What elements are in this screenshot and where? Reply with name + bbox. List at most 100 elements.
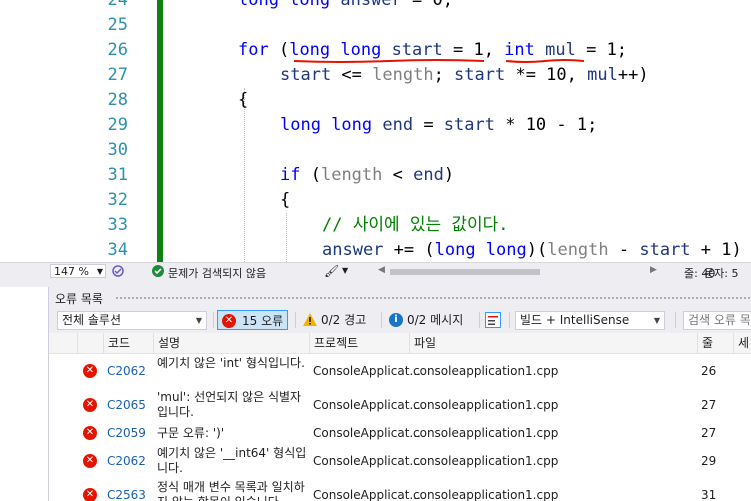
warning-icon — [303, 313, 317, 326]
error-list-toolbar: 전체 솔루션 ▼ ✕ 15 오류 0/2 경고 i 0/2 메시지 빌드 + I… — [49, 307, 751, 333]
editor-margin — [0, 0, 52, 262]
table-row[interactable]: ✕ C2062 예기치 않은 '__int64' 형식입니다. ConsoleA… — [49, 444, 751, 478]
build-filter-dropdown[interactable]: 빌드 + IntelliSense ▼ — [515, 311, 665, 330]
info-icon: i — [389, 313, 403, 327]
error-description: 구문 오류: ')' — [157, 426, 225, 440]
warnings-count: 0/2 경고 — [321, 313, 367, 327]
error-code-link[interactable]: C2563 — [107, 488, 146, 501]
column-header-file[interactable]: 파일 — [409, 333, 697, 353]
error-code-link[interactable]: C2065 — [107, 398, 146, 413]
error-description: 예기치 않은 '__int64' 형식입니다. — [157, 446, 307, 475]
code-editor[interactable]: 24 25 26 27 28 29 30 31 32 33 34 long lo… — [0, 0, 751, 262]
column-header-description[interactable]: 설명 — [153, 333, 309, 353]
code-line-31: if (length < end) — [280, 165, 455, 185]
code-line-28: { — [238, 90, 249, 110]
line-number: 31 — [107, 165, 128, 185]
error-icon: ✕ — [83, 426, 97, 440]
error-icon: ✕ — [83, 488, 97, 501]
error-file: consoleapplication1.cpp — [413, 398, 559, 412]
toolbar-separator — [675, 312, 676, 328]
code-line-29: long long end = start * 10 - 1; — [280, 115, 598, 135]
line-number: 34 — [107, 240, 128, 260]
filter-toggle-icon[interactable] — [485, 312, 501, 328]
line-number: 28 — [107, 90, 128, 110]
scroll-left-icon[interactable]: ◀ — [378, 265, 385, 275]
error-project: ConsoleApplicat... — [313, 364, 421, 378]
error-grid-header: 코드 설명 프로젝트 파일 줄 세 — [49, 333, 751, 354]
toolbar-separator — [509, 312, 510, 328]
table-row[interactable]: ✕ C2563 정식 매개 변수 목록과 일치하지 않는 항목이 있습니다. C… — [49, 478, 751, 501]
code-line-33: // 사이에 있는 값이다. — [322, 215, 509, 235]
panel-title-bar[interactable]: 오류 목록 — [49, 287, 751, 307]
line-number: 29 — [107, 115, 128, 135]
toolbar-separator — [213, 312, 214, 328]
toolbar-separator — [295, 312, 296, 328]
search-input[interactable]: 검색 오류 목 — [683, 311, 751, 330]
errors-count: 15 오류 — [242, 314, 284, 328]
error-icon: ✕ — [83, 454, 97, 468]
error-line: 27 — [701, 426, 717, 440]
error-icon: ✕ — [83, 364, 97, 378]
warnings-filter-button[interactable]: 0/2 경고 — [299, 310, 366, 330]
title-grip — [115, 296, 751, 300]
indent-guide — [244, 88, 245, 262]
error-line: 26 — [701, 364, 717, 378]
error-list-panel: 오류 목록 전체 솔루션 ▼ ✕ 15 오류 0/2 경고 i 0/2 메시지 — [48, 287, 751, 501]
error-code-link[interactable]: C2062 — [107, 454, 146, 469]
error-description: 정식 매개 변수 목록과 일치하지 않는 항목이 있습니다. — [157, 480, 305, 501]
error-project: ConsoleApplicat... — [313, 426, 421, 440]
line-number: 32 — [107, 190, 128, 210]
error-file: consoleapplication1.cpp — [413, 364, 559, 378]
editor-status-bar: 147 % ▼ 문제가 검색되지 않음 🖌 ▼ ◀ ▶ 줄: 40 문자: 5 — [0, 262, 751, 281]
toolbar-separator — [381, 312, 382, 328]
horizontal-scrollbar[interactable]: ◀ ▶ — [362, 265, 662, 277]
column-header-project[interactable]: 프로젝트 — [309, 333, 409, 353]
messages-count: 0/2 메시지 — [407, 313, 464, 327]
code-line-27: start <= length; start *= 10, mul++) — [280, 65, 649, 85]
code-health-icon[interactable] — [112, 265, 124, 277]
column-header-line[interactable]: 줄 — [697, 333, 733, 353]
table-row[interactable]: ✕ C2065 'mul': 선언되지 않은 식별자입니다. ConsoleAp… — [49, 388, 751, 422]
panel-title: 오류 목록 — [55, 292, 103, 306]
error-code-link[interactable]: C2059 — [107, 426, 146, 441]
table-row[interactable]: ✕ C2059 구문 오류: ')' ConsoleApplicat... co… — [49, 422, 751, 444]
scrollbar-thumb[interactable] — [390, 269, 540, 275]
chevron-down-icon[interactable]: ▼ — [342, 266, 348, 275]
error-line: 27 — [701, 398, 717, 412]
scope-value: 전체 솔루션 — [62, 313, 122, 327]
scroll-right-icon[interactable]: ▶ — [650, 265, 657, 275]
table-row[interactable]: ✕ C2062 예기치 않은 'int' 형식입니다. ConsoleAppli… — [49, 354, 751, 388]
line-number: 25 — [107, 15, 128, 35]
code-line-32: { — [280, 190, 291, 210]
toolbar-separator — [479, 312, 480, 328]
error-code-link[interactable]: C2062 — [107, 364, 146, 379]
health-status-text[interactable]: 문제가 검색되지 않음 — [168, 265, 266, 281]
code-line-34: answer += (long long)(length - start + 1… — [322, 240, 742, 260]
column-header-code[interactable]: 코드 — [103, 333, 153, 353]
line-number: 27 — [107, 65, 128, 85]
chevron-down-icon: ▼ — [653, 316, 660, 325]
line-number: 30 — [107, 140, 128, 160]
check-circle-icon — [152, 265, 164, 277]
line-number: 33 — [107, 215, 128, 235]
error-file: consoleapplication1.cpp — [413, 426, 559, 440]
column-header-suppression[interactable]: 세 — [733, 333, 751, 353]
error-icon: ✕ — [83, 398, 97, 412]
line-number: 26 — [107, 40, 128, 60]
zoom-dropdown[interactable]: 147 % ▼ — [50, 264, 106, 278]
error-project: ConsoleApplicat... — [313, 398, 421, 412]
scope-dropdown[interactable]: 전체 솔루션 ▼ — [57, 311, 207, 330]
chevron-down-icon: ▼ — [195, 316, 202, 325]
build-filter-value: 빌드 + IntelliSense — [520, 313, 630, 327]
char-indicator: 문자: 5 — [704, 267, 739, 280]
error-project: ConsoleApplicat... — [313, 454, 421, 468]
error-line: 31 — [701, 488, 717, 501]
column-header-icon[interactable] — [77, 333, 103, 353]
code-cleanup-icon[interactable]: 🖌 — [324, 264, 339, 278]
error-project: ConsoleApplicat... — [313, 488, 421, 501]
error-line: 29 — [701, 454, 717, 468]
zoom-value: 147 % — [54, 265, 89, 278]
errors-filter-button[interactable]: ✕ 15 오류 — [217, 310, 289, 330]
messages-filter-button[interactable]: i 0/2 메시지 — [385, 310, 463, 330]
error-icon: ✕ — [222, 314, 236, 328]
